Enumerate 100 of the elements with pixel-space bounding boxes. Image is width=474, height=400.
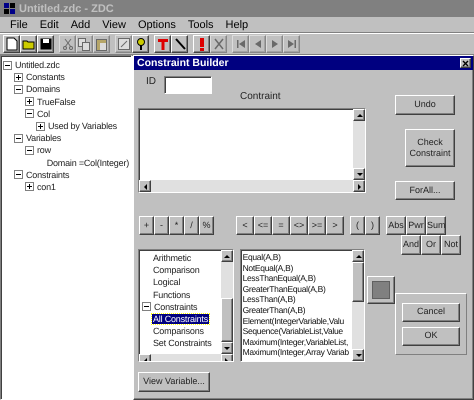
tree-item[interactable]: Constants [26, 72, 65, 82]
menu-item[interactable]: Add [64, 18, 96, 30]
scroll-arrow-button[interactable] [353, 180, 365, 192]
dialog-button[interactable]: ForAll... [395, 181, 455, 200]
tree-item[interactable]: TrueFalse [37, 96, 76, 107]
operator-button[interactable]: % [199, 216, 214, 235]
expand-icon[interactable] [25, 97, 34, 106]
list-item[interactable]: GreaterThanEqual(A,B) [242, 284, 352, 294]
expand-icon[interactable] [14, 72, 23, 82]
list-item[interactable]: Maximum(Integer,VariableList, [242, 336, 352, 348]
collapse-icon[interactable] [14, 84, 23, 94]
color-swatch-button[interactable] [367, 276, 395, 304]
view-variable-button[interactable]: View Variable... [138, 372, 210, 392]
expand-icon[interactable] [25, 182, 34, 192]
list-item[interactable]: Equal(A,B) [242, 252, 352, 263]
list-item[interactable]: All Constraints [152, 314, 210, 324]
operator-button[interactable]: + [139, 216, 154, 235]
scroll-thumb[interactable] [220, 298, 233, 342]
dialog-button[interactable]: Check Constraint [405, 129, 455, 167]
constraint-field[interactable] [138, 108, 366, 193]
operator-button[interactable]: = [272, 216, 290, 235]
list-item[interactable]: LessThanEqual(A,B) [242, 273, 352, 284]
tree-item[interactable]: Constraints [26, 170, 70, 180]
operator-button[interactable]: ( [350, 216, 365, 235]
scroll-arrow-button[interactable] [139, 180, 151, 192]
scrollbar[interactable] [139, 180, 365, 192]
scrollbar[interactable] [353, 109, 365, 180]
expand-icon[interactable] [36, 122, 45, 131]
operator-button[interactable]: - [154, 216, 169, 235]
list-item[interactable]: GreaterThan(A,B) [242, 304, 352, 316]
list-item[interactable]: Constraints [153, 302, 198, 312]
list-item[interactable]: Logical [152, 277, 182, 288]
list-item[interactable]: Maximum(Integer,Array Variab [242, 347, 352, 358]
tree-item[interactable]: Used by Variables [48, 121, 117, 132]
operator-button[interactable]: Sum [426, 216, 446, 235]
collapse-icon[interactable] [14, 170, 23, 180]
list-item[interactable]: Sequence(VariableList,Value [242, 326, 352, 337]
toolbar-button[interactable] [193, 35, 210, 53]
tree-item[interactable]: Domain =Col(Integer) [46, 158, 129, 168]
toolbar-button[interactable] [3, 35, 20, 53]
operator-button[interactable]: <> [290, 216, 308, 235]
menu-item[interactable]: Tools [182, 18, 220, 30]
scroll-arrow-button[interactable] [353, 168, 365, 180]
dialog-title: Constraint Builder [137, 57, 229, 69]
list-item[interactable]: Comparison [152, 265, 201, 276]
toolbar-button[interactable] [171, 35, 188, 53]
list-item[interactable]: LessThan(A,B) [242, 294, 352, 305]
operator-button[interactable]: >= [308, 216, 326, 235]
scroll-arrow-button[interactable] [220, 342, 233, 354]
operator-button[interactable]: Or [421, 235, 441, 255]
function-list[interactable] [240, 249, 366, 362]
scroll-arrow-button[interactable] [220, 250, 233, 262]
menu-item[interactable]: Edit [34, 18, 65, 30]
scroll-arrow-button[interactable] [353, 109, 365, 121]
list-item[interactable]: Comparisons [152, 326, 205, 336]
operator-button[interactable]: <= [254, 216, 272, 235]
list-item[interactable]: Functions [152, 290, 192, 300]
scrollbar[interactable] [352, 250, 364, 361]
operator-button[interactable]: < [236, 216, 254, 235]
toolbar-button[interactable] [132, 35, 149, 53]
close-button[interactable] [460, 58, 471, 68]
operator-button[interactable]: Pwr [406, 216, 426, 235]
collapse-icon[interactable] [14, 134, 23, 143]
tree-item[interactable]: row [37, 145, 51, 156]
operator-button[interactable]: * [169, 216, 184, 235]
menu-item[interactable]: Help [220, 18, 254, 30]
id-field[interactable] [164, 76, 212, 94]
dialog-button[interactable]: Undo [395, 95, 455, 115]
collapse-icon[interactable] [142, 302, 151, 312]
category-list[interactable]: Arithmetic Comparison Logical Functions Constraints All Constraints Comparisons Set Constraints [138, 249, 234, 362]
menu-item[interactable]: File [4, 18, 34, 30]
tree-item[interactable]: con1 [37, 182, 56, 192]
list-item[interactable]: Element(IntegerVariable,Valu [242, 316, 352, 326]
operator-button[interactable]: Not [441, 235, 461, 255]
dialog-button[interactable]: OK [402, 326, 460, 346]
menu-item[interactable]: View [96, 18, 132, 30]
collapse-icon[interactable] [25, 146, 34, 155]
scroll-arrow-button[interactable] [352, 349, 364, 361]
operator-button[interactable]: Abs [386, 216, 406, 235]
tree-item[interactable]: Col [37, 108, 50, 119]
toolbar-button[interactable] [154, 35, 171, 53]
scroll-thumb[interactable] [352, 262, 364, 302]
collapse-icon[interactable] [25, 109, 34, 118]
collapse-icon[interactable] [3, 60, 12, 70]
list-item[interactable]: NotEqual(A,B) [242, 262, 352, 274]
menu-item[interactable]: Options [132, 18, 182, 30]
toolbar-button[interactable] [37, 35, 54, 53]
list-item[interactable]: Set Constraints [152, 338, 213, 348]
scroll-arrow-button[interactable] [352, 250, 364, 262]
scrollbar[interactable] [220, 250, 233, 354]
list-item[interactable]: Arithmetic [152, 253, 192, 264]
toolbar-button[interactable] [20, 35, 37, 53]
operator-button[interactable]: > [326, 216, 344, 235]
tree-item[interactable]: Untitled.zdc [15, 60, 60, 70]
operator-button[interactable]: ) [365, 216, 380, 235]
dialog-button[interactable]: Cancel [402, 302, 460, 322]
tree-item[interactable]: Domains [26, 84, 60, 94]
operator-button[interactable]: And [401, 235, 421, 255]
operator-button[interactable]: / [184, 216, 199, 235]
tree-item[interactable]: Variables [26, 133, 62, 144]
